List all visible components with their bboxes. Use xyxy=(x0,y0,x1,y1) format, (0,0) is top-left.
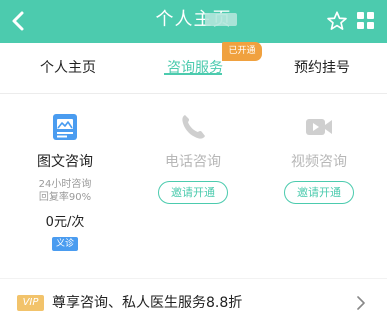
service-price: 0元/次 xyxy=(45,215,85,230)
grid-icon[interactable] xyxy=(357,12,374,29)
vip-promo-row[interactable]: VIP 尊享咨询、私人医生服务8.8折 xyxy=(0,278,387,324)
service-desc: 24小时咨询 回复率90% xyxy=(5,178,125,204)
chevron-right-icon xyxy=(357,296,365,310)
tab-appointment[interactable]: 预约挂号 xyxy=(282,43,362,94)
invite-open-button[interactable]: 邀请开通 xyxy=(158,181,228,204)
video-icon xyxy=(306,119,332,135)
free-clinic-tag: 义诊 xyxy=(51,237,78,251)
image-text-icon xyxy=(53,114,77,140)
active-tab-indicator xyxy=(164,73,222,75)
top-bar: 个人主页 xyxy=(0,0,387,43)
service-video: 视频咨询 邀请开通 xyxy=(259,105,379,204)
blurred-name xyxy=(205,13,237,26)
invite-open-button[interactable]: 邀请开通 xyxy=(284,181,354,204)
service-phone: 电话咨询 邀请开通 xyxy=(133,105,253,204)
phone-icon xyxy=(182,115,205,139)
star-icon[interactable] xyxy=(326,10,348,32)
service-desc-line1: 24小时咨询 xyxy=(38,179,92,190)
vip-promo-text: 尊享咨询、私人医生服务8.8折 xyxy=(52,295,243,311)
service-label: 电话咨询 xyxy=(165,154,221,170)
service-image-text[interactable]: 图文咨询 24小时咨询 回复率90% 0元/次 义诊 xyxy=(5,105,125,251)
vip-badge: VIP xyxy=(17,295,44,311)
opened-badge: 已开通 xyxy=(222,42,262,61)
tab-bar: 个人主页 咨询服务 预约挂号 xyxy=(0,43,387,94)
tab-home[interactable]: 个人主页 xyxy=(28,43,108,94)
section-divider xyxy=(0,262,387,272)
service-label: 视频咨询 xyxy=(291,154,347,170)
service-desc-line2: 回复率90% xyxy=(38,192,92,203)
service-label: 图文咨询 xyxy=(37,154,93,170)
